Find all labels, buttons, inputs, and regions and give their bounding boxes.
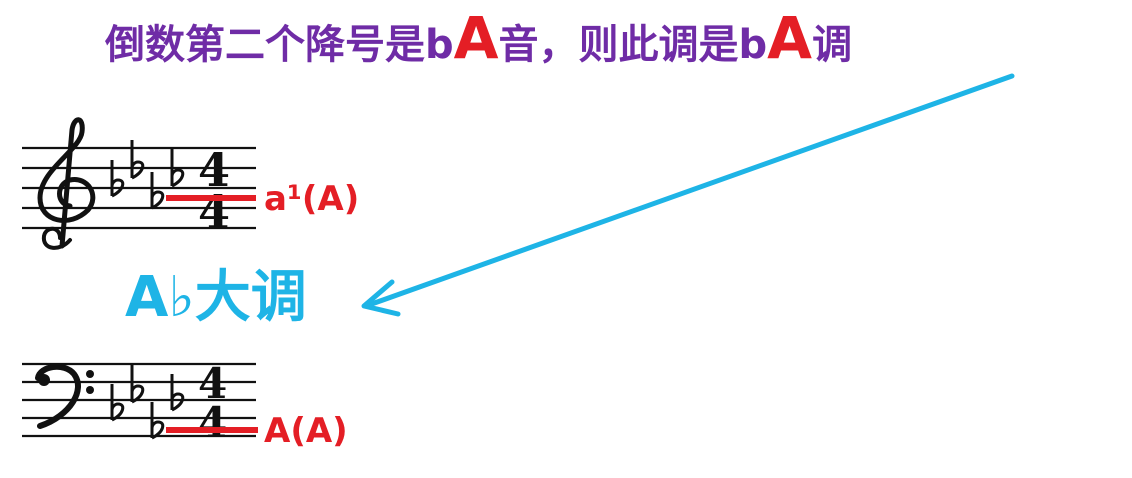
bass-note-label: A(A) xyxy=(264,411,348,451)
treble-note-label: a¹(A) xyxy=(264,179,360,219)
pointer-arrow xyxy=(361,73,1015,317)
music-theory-diagram: 倒数第二个降号是b A 音，则此调是b A 调 4 4 4 4 a¹(A) A(… xyxy=(0,0,1132,478)
arrow-shaft xyxy=(363,73,1015,309)
key-name-label: A♭大调 xyxy=(125,265,307,330)
